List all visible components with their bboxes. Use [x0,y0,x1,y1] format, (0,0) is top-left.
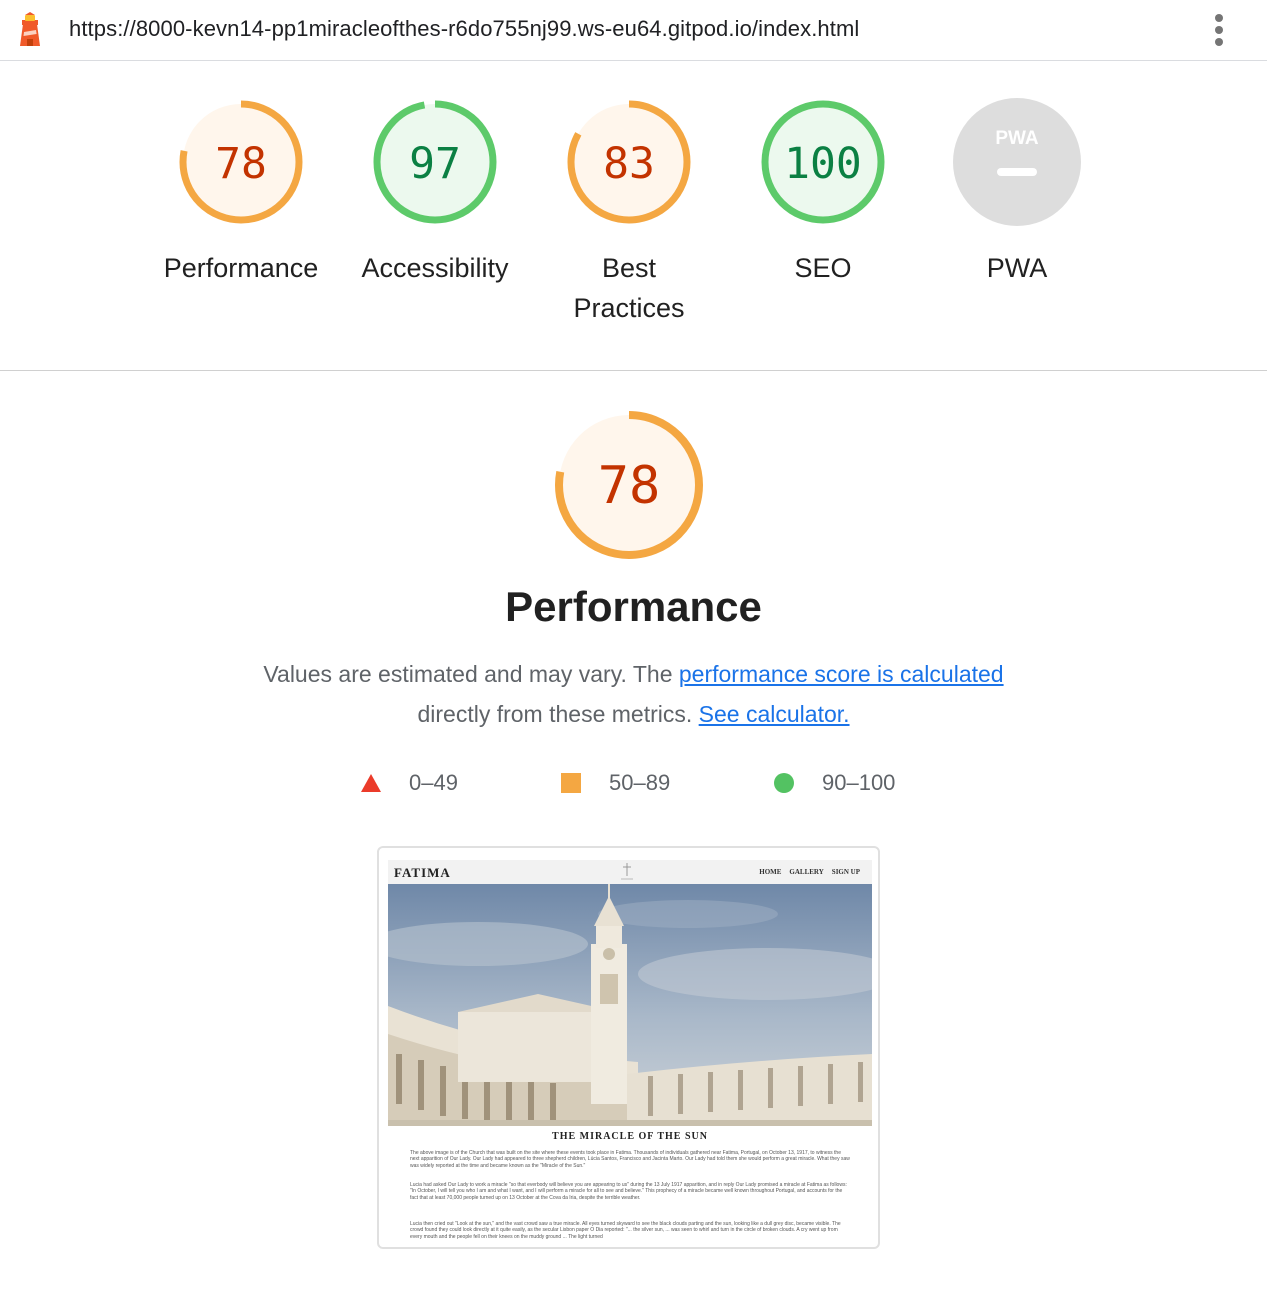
cross-logo-icon [621,863,633,880]
thumbnail-nav-signup: SIGN UP [831,868,860,876]
gauge-seo-label: SEO [794,253,852,283]
gauge-seo-ring: 100 [761,100,885,224]
thumbnail-nav-links: HOME GALLERY SIGN UP [759,868,860,876]
gauge-best-practices-score: 83 [603,139,655,189]
thumbnail-heading: THE MIRACLE OF THE SUN [552,1131,708,1142]
thumbnail-nav-home: HOME [759,868,782,876]
gauge-pwa-label: PWA [986,253,1048,283]
legend-fail: 0–49 [360,770,458,796]
see-calculator-link[interactable]: See calculator. [699,701,850,727]
legend-pass: 90–100 [773,770,895,796]
gauge-performance[interactable]: 78 Performance [151,96,331,288]
gauge-accessibility-score: 97 [409,139,461,189]
legend-average: 50–89 [560,770,670,796]
gauge-performance-score: 78 [215,139,267,189]
triangle-icon [361,774,381,792]
thumbnail-navbar: FATIMA HOME GALLERY SIGN UP [388,860,872,884]
legend-pass-range: 90–100 [822,770,896,795]
lighthouse-logo-icon [16,12,44,48]
score-gauges: 78 Performance 97 Accessibility 83 Best … [0,96,1267,356]
gauge-seo-score: 100 [784,139,862,189]
basilica-photo [388,884,872,1126]
gauge-accessibility-label: Accessibility [361,253,509,283]
pwa-badge-icon: PWA [953,98,1081,226]
category-score: 78 [598,456,661,516]
category-description: Values are estimated and may vary. The p… [0,654,1267,734]
legend-average-range: 50–89 [609,770,671,795]
gauge-performance-ring: 78 [179,100,303,224]
circle-icon [774,773,794,793]
page-url[interactable]: https://8000-kevn14-pp1miracleofthes-r6d… [69,16,859,42]
score-calculated-link[interactable]: performance score is calculated [679,661,1004,687]
score-legend: 0–49 50–89 90–100 [0,770,1267,800]
thumbnail-brand: FATIMA [394,865,451,880]
thumbnail-paragraph-2: Lucia had asked Our Lady to work a mirac… [410,1182,847,1201]
legend-fail-range: 0–49 [409,770,458,795]
gauge-pwa[interactable]: PWA PWA [927,96,1107,288]
gauge-best-practices-ring: 83 [567,100,691,224]
gauge-accessibility[interactable]: 97 Accessibility [345,96,525,288]
final-screenshot[interactable]: FATIMA HOME GALLERY SIGN UP THE MIRACLE … [377,846,880,1249]
square-icon [561,773,581,793]
gauge-performance-label: Performance [163,253,319,283]
address-bar: https://8000-kevn14-pp1miracleofthes-r6d… [0,0,1267,61]
category-title: Performance [505,583,762,630]
more-options-icon[interactable] [1208,12,1230,48]
pwa-badge-text: PWA [995,128,1039,149]
gauge-best-practices[interactable]: 83 Best Practices [539,96,719,328]
thumbnail-paragraph-3: Lucia then cried out "Look at the sun," … [410,1221,841,1240]
gauge-accessibility-ring: 97 [373,100,497,224]
divider [0,370,1267,371]
desc-text: Values are estimated and may vary. The [263,661,679,687]
category-gauge: 78 [549,405,709,565]
gauge-seo[interactable]: 100 SEO [733,96,913,288]
gauge-best-practices-label: Best Practices [573,253,685,323]
desc-text-2: directly from these metrics. [417,701,699,727]
thumbnail-paragraph-1: The above image is of the Church that wa… [410,1150,850,1169]
thumbnail-nav-gallery: GALLERY [789,868,824,876]
